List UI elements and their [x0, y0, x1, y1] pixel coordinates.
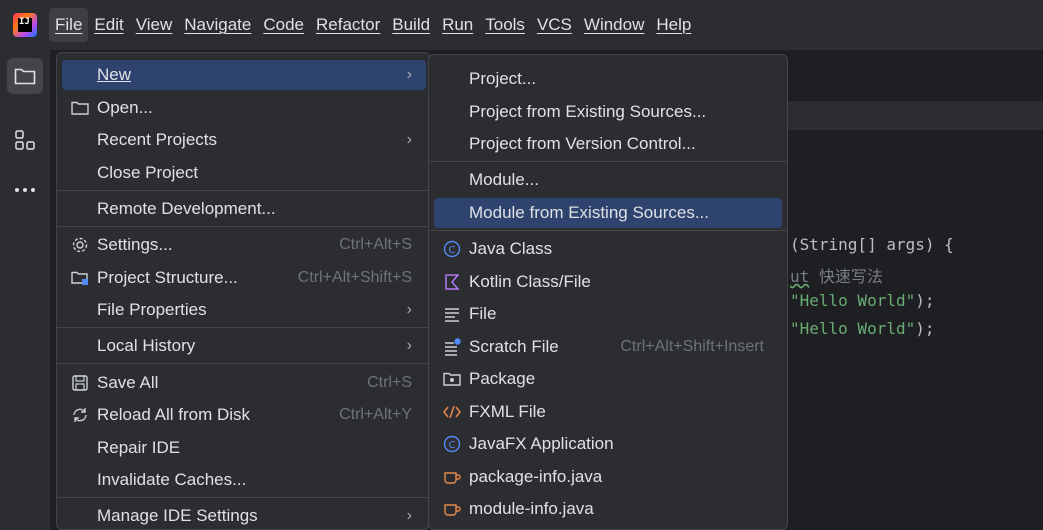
file-menu-close-project[interactable]: Close Project — [62, 158, 426, 188]
menu-build[interactable]: Build — [386, 8, 436, 42]
svg-text:C: C — [449, 440, 456, 451]
structure-icon[interactable] — [7, 122, 43, 158]
scratch-file-icon — [442, 337, 462, 357]
file-menu-open[interactable]: Open... — [62, 93, 426, 123]
file-menu-recent-projects[interactable]: Recent Projects › — [62, 125, 426, 155]
menu-code[interactable]: Code — [257, 8, 310, 42]
code-line-3: "Hello World"); — [790, 291, 935, 310]
new-package-info[interactable]: package-info.java — [434, 462, 782, 492]
menu-separator — [57, 497, 429, 498]
main-menubar: IJ File Edit View Navigate Code Refactor… — [0, 0, 1043, 50]
project-folder-icon[interactable] — [7, 58, 43, 94]
kotlin-icon — [442, 272, 462, 292]
new-project[interactable]: Project... — [434, 64, 782, 94]
menu-separator — [429, 161, 787, 162]
package-icon — [442, 369, 462, 389]
reload-icon — [70, 405, 90, 425]
submenu-arrow-icon: › — [406, 301, 412, 318]
menu-window[interactable]: Window — [578, 8, 650, 42]
editor-breadcrumb — [788, 102, 1043, 130]
menu-edit[interactable]: Edit — [88, 8, 129, 42]
new-package[interactable]: Package — [434, 364, 782, 394]
new-project-version-control[interactable]: Project from Version Control... — [434, 129, 782, 159]
new-module[interactable]: Module... — [434, 165, 782, 195]
code-line-1: (String[] args) { — [790, 235, 954, 254]
file-menu-manage-ide-settings[interactable]: Manage IDE Settings › — [62, 501, 426, 530]
menu-separator — [57, 363, 429, 364]
new-module-existing-sources[interactable]: Module from Existing Sources... — [434, 198, 782, 228]
menu-separator — [57, 190, 429, 191]
new-javafx-application[interactable]: C JavaFX Application — [434, 429, 782, 459]
reload-all-shortcut: Ctrl+Alt+Y — [339, 406, 412, 423]
file-menu-new[interactable]: New › — [62, 60, 426, 90]
file-menu-file-properties[interactable]: File Properties › — [62, 295, 426, 325]
file-menu-local-history[interactable]: Local History › — [62, 331, 426, 361]
file-menu-invalidate-caches[interactable]: Invalidate Caches... — [62, 465, 426, 495]
menu-separator — [57, 226, 429, 227]
menu-run[interactable]: Run — [436, 8, 479, 42]
project-structure-shortcut: Ctrl+Alt+Shift+S — [297, 269, 412, 286]
code-line-2: ut 快速写法 — [790, 267, 883, 286]
new-fxml-file[interactable]: FXML File — [434, 397, 782, 427]
menu-view[interactable]: View — [130, 8, 179, 42]
new-module-info[interactable]: module-info.java — [434, 494, 782, 524]
new-file[interactable]: File — [434, 299, 782, 329]
menu-vcs[interactable]: VCS — [531, 8, 578, 42]
submenu-arrow-icon: › — [406, 337, 412, 354]
new-java-class[interactable]: C Java Class — [434, 234, 782, 264]
intellij-logo-icon[interactable]: IJ — [13, 13, 37, 37]
file-menu-popup: New › Open... Recent Projects › Close Pr… — [56, 52, 430, 530]
editor-tab-bar — [788, 50, 1043, 102]
file-menu-remote-development[interactable]: Remote Development... — [62, 194, 426, 224]
file-menu-settings[interactable]: Settings... Ctrl+Alt+S — [62, 230, 426, 260]
settings-shortcut: Ctrl+Alt+S — [339, 236, 412, 253]
new-scratch-file[interactable]: Scratch File Ctrl+Alt+Shift+Insert — [434, 332, 782, 362]
folder-icon — [70, 98, 90, 118]
project-structure-icon — [70, 268, 90, 288]
file-menu-repair-ide[interactable]: Repair IDE — [62, 433, 426, 463]
more-tools-icon[interactable] — [7, 172, 43, 208]
menu-separator — [429, 230, 787, 231]
code-line-4: "Hello World"); — [790, 319, 935, 338]
menu-refactor[interactable]: Refactor — [310, 8, 386, 42]
file-menu-reload-all[interactable]: Reload All from Disk Ctrl+Alt+Y — [62, 400, 426, 430]
gear-icon — [70, 235, 90, 255]
javafx-class-icon: C — [442, 434, 462, 454]
menu-navigate[interactable]: Navigate — [178, 8, 257, 42]
menu-tools[interactable]: Tools — [479, 8, 531, 42]
file-menu-save-all[interactable]: Save All Ctrl+S — [62, 368, 426, 398]
java-file-cup-icon — [442, 467, 462, 487]
java-class-icon: C — [442, 239, 462, 259]
submenu-arrow-icon: › — [406, 131, 412, 148]
menu-separator — [57, 327, 429, 328]
java-file-cup-icon — [442, 499, 462, 519]
new-project-existing-sources[interactable]: Project from Existing Sources... — [434, 97, 782, 127]
fxml-code-icon — [442, 402, 462, 422]
tool-window-strip — [0, 50, 50, 530]
submenu-arrow-icon: › — [406, 507, 412, 524]
menu-help[interactable]: Help — [650, 8, 697, 42]
new-kotlin-class[interactable]: Kotlin Class/File — [434, 267, 782, 297]
scratch-file-shortcut: Ctrl+Alt+Shift+Insert — [620, 338, 764, 355]
menu-file[interactable]: File — [49, 8, 89, 42]
file-text-icon — [442, 304, 462, 324]
submenu-arrow-icon: › — [406, 66, 412, 83]
file-menu-project-structure[interactable]: Project Structure... Ctrl+Alt+Shift+S — [62, 263, 426, 293]
save-icon — [70, 373, 90, 393]
save-all-shortcut: Ctrl+S — [367, 374, 412, 391]
new-submenu-popup: Project... Project from Existing Sources… — [428, 54, 788, 530]
svg-text:C: C — [449, 245, 456, 256]
